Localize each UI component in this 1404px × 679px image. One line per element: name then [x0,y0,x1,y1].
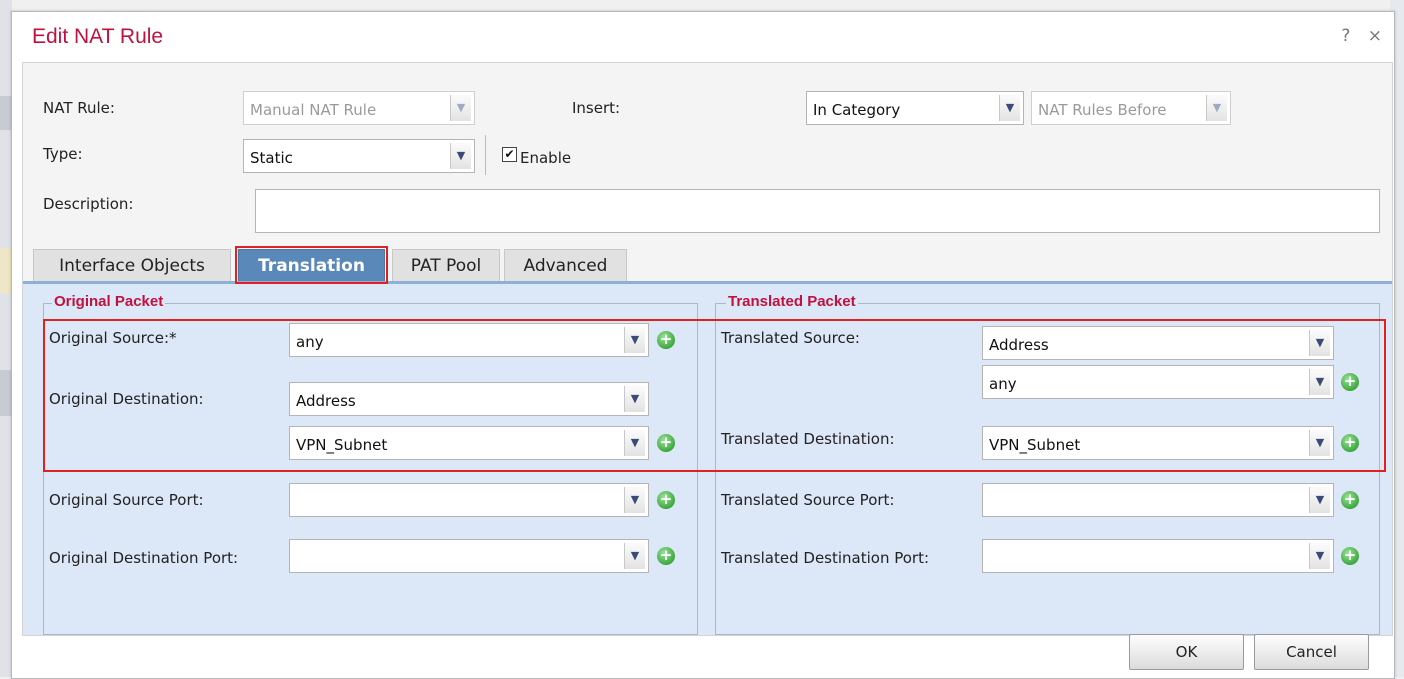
checkmark-icon: ✔ [504,147,515,161]
divider [485,135,486,175]
type-value: Static [250,149,293,167]
translated-source-port-label: Translated Source Port: [721,491,895,509]
insert-position-select: NAT Rules Before ▼ [1031,91,1231,125]
nat-rule-select: Manual NAT Rule ▼ [243,91,475,125]
translated-destination-port-select[interactable]: ▼ [982,539,1334,573]
close-icon[interactable]: × [1368,26,1384,46]
address-mapping-highlight [43,319,1386,472]
chevron-down-icon[interactable]: ▼ [1309,543,1330,569]
translated-destination-port-label: Translated Destination Port: [721,549,930,567]
insert-position-value: NAT Rules Before [1038,101,1167,119]
original-source-port-label: Original Source Port: [49,491,204,509]
translated-source-port-select[interactable]: ▼ [982,483,1334,517]
nat-rule-label: NAT Rule: [43,99,115,117]
add-translated-destination-port-icon[interactable]: + [1341,547,1359,565]
dialog-title: Edit NAT Rule [32,25,164,48]
edit-nat-rule-dialog: Edit NAT Rule ? × NAT Rule: Manual NAT R… [11,11,1395,679]
type-label: Type: [43,145,83,163]
original-destination-port-label: Original Destination Port: [49,549,239,567]
enable-label: Enable [520,149,572,167]
tab-interface-objects[interactable]: Interface Objects [33,249,231,283]
chevron-down-icon[interactable]: ▼ [624,487,645,513]
tab-advanced[interactable]: Advanced [504,249,627,283]
tab-pat-pool[interactable]: PAT Pool [392,249,500,283]
insert-label: Insert: [572,99,621,117]
cancel-button[interactable]: Cancel [1254,634,1369,670]
chevron-down-icon: ▼ [1206,95,1227,121]
nat-rule-value: Manual NAT Rule [250,101,377,119]
original-packet-legend: Original Packet [52,293,166,310]
title-buttons: ? × [1333,26,1384,46]
chevron-down-icon[interactable]: ▼ [999,95,1020,121]
enable-checkbox[interactable]: ✔ [502,147,517,162]
original-destination-port-select[interactable]: ▼ [289,539,649,573]
description-label: Description: [43,195,134,213]
chevron-down-icon[interactable]: ▼ [1309,487,1330,513]
insert-value: In Category [813,101,901,119]
help-icon[interactable]: ? [1341,26,1352,46]
chevron-down-icon[interactable]: ▼ [450,143,471,169]
add-original-source-port-icon[interactable]: + [657,491,675,509]
chevron-down-icon: ▼ [450,95,471,121]
add-translated-source-port-icon[interactable]: + [1341,491,1359,509]
description-field[interactable] [255,189,1380,233]
translated-packet-legend: Translated Packet [726,293,858,310]
type-select[interactable]: Static ▼ [243,139,475,173]
dialog-body: NAT Rule: Manual NAT Rule ▼ Insert: In C… [22,62,1393,636]
translation-tab-highlight [235,246,388,284]
original-source-port-select[interactable]: ▼ [289,483,649,517]
add-original-destination-port-icon[interactable]: + [657,547,675,565]
insert-select[interactable]: In Category ▼ [806,91,1024,125]
chevron-down-icon[interactable]: ▼ [624,543,645,569]
ok-button[interactable]: OK [1129,634,1244,670]
